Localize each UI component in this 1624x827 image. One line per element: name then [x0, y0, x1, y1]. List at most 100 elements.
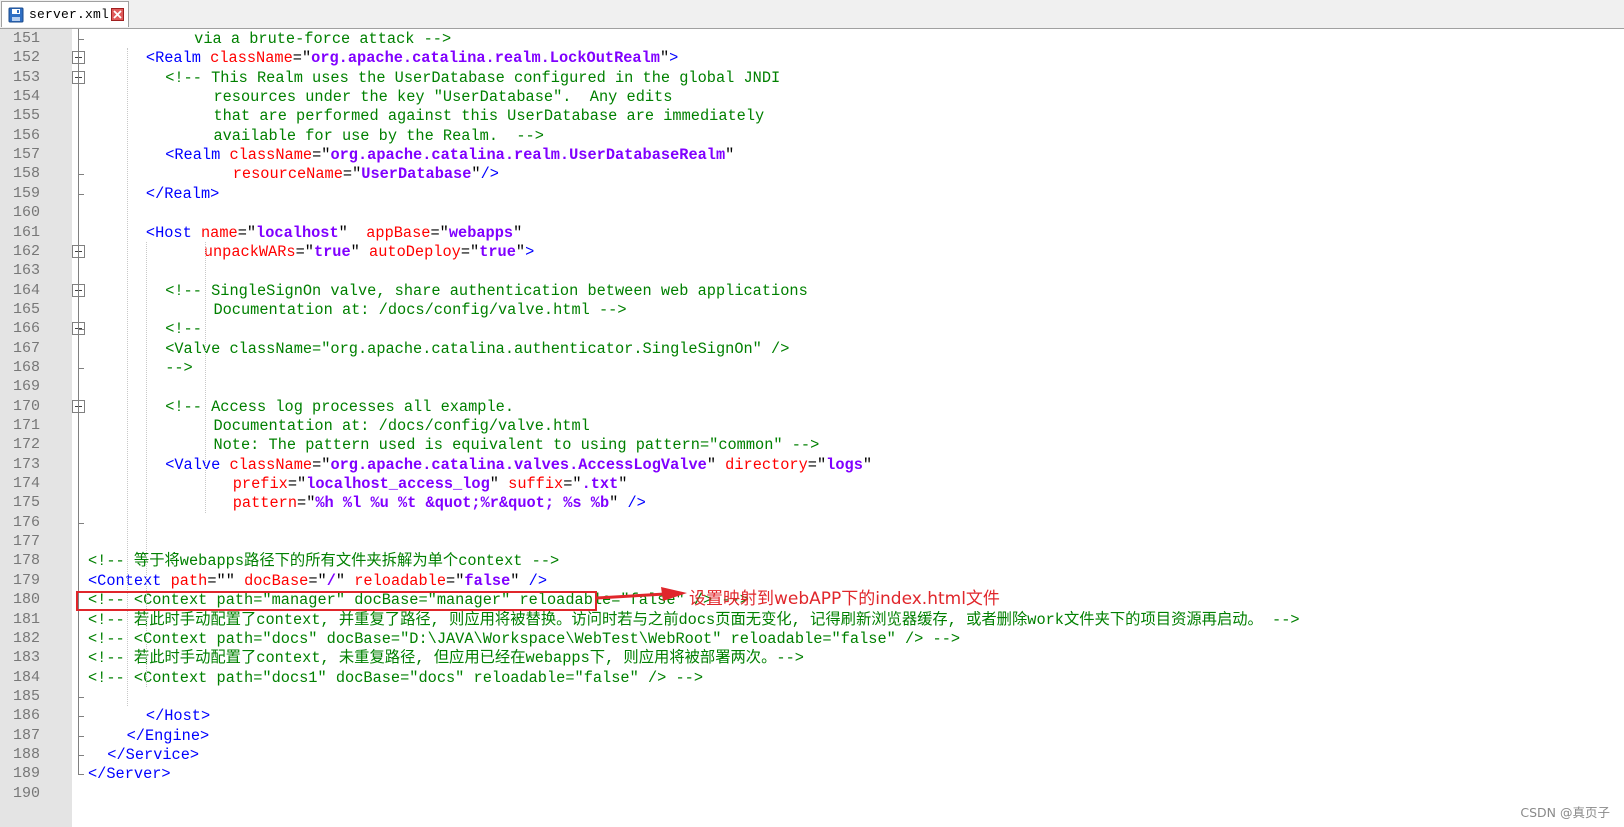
code-token: </Realm> — [145, 184, 220, 203]
code-line[interactable]: <Host name="localhost" appBase="webapps" — [146, 223, 522, 243]
code-line[interactable]: resources under the key "UserDatabase". … — [213, 87, 672, 107]
code-token: <!-- 若此时手动配置了context, 并重复了路径, 则应用将被替换。访问… — [88, 610, 1300, 629]
code-token: " — [335, 571, 355, 590]
code-token: </Host> — [145, 707, 211, 726]
code-token: UserDatabase — [361, 165, 472, 184]
code-token: org.apache.catalina.realm.LockOutRealm — [311, 49, 660, 68]
code-token: org.apache.catalina.realm.UserDatabaseRe… — [330, 146, 726, 165]
code-line[interactable]: <!-- 等于将webapps路径下的所有文件夹拆解为单个context --> — [88, 551, 559, 571]
fold-end-tick — [78, 754, 84, 756]
annotation-arrow-icon — [596, 587, 687, 601]
line-number: 175 — [12, 494, 40, 512]
line-number: 183 — [12, 649, 40, 667]
code-line[interactable]: <!-- SingleSignOn valve, share authentic… — [165, 281, 808, 301]
code-token: " — [618, 475, 628, 494]
highlight-box — [76, 591, 597, 611]
code-token: <!-- — [165, 320, 202, 339]
line-number: 185 — [12, 687, 40, 705]
code-token: className — [229, 146, 313, 165]
code-line[interactable]: <Realm className="org.apache.catalina.re… — [165, 145, 734, 165]
code-token: directory — [725, 455, 808, 474]
line-number: 159 — [12, 184, 40, 202]
code-token: via a brute-force attack --> — [194, 30, 452, 48]
code-token: reloadable — [354, 571, 447, 590]
line-number: 169 — [12, 378, 40, 396]
code-line[interactable]: pattern="%h %l %u %t &quot;%r&quot; %s %… — [233, 493, 646, 513]
code-line[interactable]: Documentation at: /docs/config/valve.htm… — [213, 416, 589, 436]
code-line[interactable]: available for use by the Realm. --> — [213, 126, 543, 146]
code-token: <Valve — [165, 455, 230, 474]
line-number: 179 — [12, 571, 40, 589]
code-line[interactable]: <Context path="" docBase="/" reloadable=… — [88, 571, 547, 591]
code-token: docBase — [244, 571, 309, 590]
code-line[interactable]: </Host> — [146, 706, 210, 726]
code-line[interactable]: </Server> — [88, 764, 171, 784]
code-line[interactable]: <!-- <Context path="docs1" docBase="docs… — [88, 668, 703, 688]
fold-margin — [72, 29, 88, 827]
code-line[interactable]: <Valve className="org.apache.catalina.va… — [165, 455, 872, 475]
code-token: <!-- 等于将webapps路径下的所有文件夹拆解为单个context --> — [88, 552, 560, 571]
tab-server-xml[interactable]: server.xml — [1, 1, 129, 27]
close-icon[interactable] — [111, 8, 125, 21]
code-line[interactable]: --> — [165, 358, 193, 378]
fold-guide-line — [78, 29, 79, 775]
code-line[interactable]: <!-- 若此时手动配置了context, 并重复了路径, 则应用将被替换。访问… — [88, 610, 1300, 630]
code-token: --> — [165, 358, 193, 377]
code-line[interactable]: </Engine> — [127, 726, 210, 746]
line-number: 189 — [12, 765, 40, 783]
line-number: 177 — [12, 533, 40, 551]
code-line[interactable]: resourceName="UserDatabase"/> — [233, 164, 499, 184]
line-number: 188 — [12, 745, 40, 763]
line-number: 156 — [12, 126, 40, 144]
code-token: =" — [563, 475, 582, 494]
line-number: 172 — [12, 436, 40, 454]
code-token: <Host — [145, 223, 201, 242]
code-token: suffix — [508, 475, 564, 494]
code-line[interactable]: </Service> — [107, 745, 199, 765]
floppy-save-icon — [8, 7, 24, 23]
code-token: .txt — [581, 475, 619, 494]
code-token: =" — [807, 455, 827, 474]
code-token: <!-- <Context path="docs1" docBase="docs… — [88, 668, 704, 687]
line-number: 161 — [12, 223, 40, 241]
code-token: " — [513, 223, 523, 242]
code-line[interactable]: <!-- 若此时手动配置了context, 未重复路径, 但应用已经在webap… — [88, 648, 804, 668]
code-token: =" — [446, 571, 465, 590]
code-token: " — [489, 475, 509, 494]
code-line[interactable]: unpackWARs="true" autoDeploy="true"> — [204, 242, 534, 262]
code-token: " — [471, 165, 481, 184]
watermark: CSDN @真页子 — [1520, 805, 1610, 820]
code-line[interactable]: via a brute-force attack --> — [194, 29, 451, 49]
line-number: 153 — [12, 68, 40, 86]
code-token: =" — [460, 242, 480, 261]
code-line[interactable]: that are performed against this UserData… — [213, 106, 764, 126]
code-token: <!-- <Context path="docs" docBase="D:\JA… — [88, 629, 961, 648]
code-token: /> — [480, 165, 499, 184]
code-token: <!-- This Realm uses the UserDatabase co… — [165, 68, 781, 87]
code-line[interactable]: <!-- Access log processes all example. — [165, 397, 514, 417]
indent-guide — [146, 241, 147, 687]
code-line[interactable]: <Valve className="org.apache.catalina.au… — [165, 339, 789, 359]
code-line[interactable]: Documentation at: /docs/config/valve.htm… — [213, 300, 626, 320]
code-line[interactable]: <!-- <Context path="docs" docBase="D:\JA… — [88, 629, 960, 649]
code-token: appBase — [366, 223, 431, 242]
code-token: > — [525, 242, 535, 261]
code-token: className — [229, 455, 313, 474]
code-token: " — [350, 242, 370, 261]
code-token: </Service> — [107, 745, 200, 764]
line-number: 151 — [12, 30, 40, 47]
tab-label: server.xml — [29, 7, 110, 22]
code-line[interactable]: <!-- — [165, 319, 202, 339]
code-token: <!-- 若此时手动配置了context, 未重复路径, 但应用已经在webap… — [88, 649, 804, 668]
code-line[interactable]: Note: The pattern used is equivalent to … — [213, 435, 819, 455]
code-line[interactable]: <Realm className="org.apache.catalina.re… — [146, 48, 678, 68]
line-number: 167 — [12, 339, 40, 357]
code-token: <Context — [88, 571, 171, 590]
line-number: 176 — [12, 513, 40, 531]
code-token: =" — [237, 223, 257, 242]
code-line[interactable]: <!-- This Realm uses the UserDatabase co… — [165, 68, 780, 88]
line-number: 162 — [12, 242, 40, 260]
code-line[interactable]: </Realm> — [146, 184, 219, 204]
code-token: " — [510, 571, 529, 590]
code-line[interactable]: prefix="localhost_access_log" suffix=".t… — [233, 474, 628, 494]
